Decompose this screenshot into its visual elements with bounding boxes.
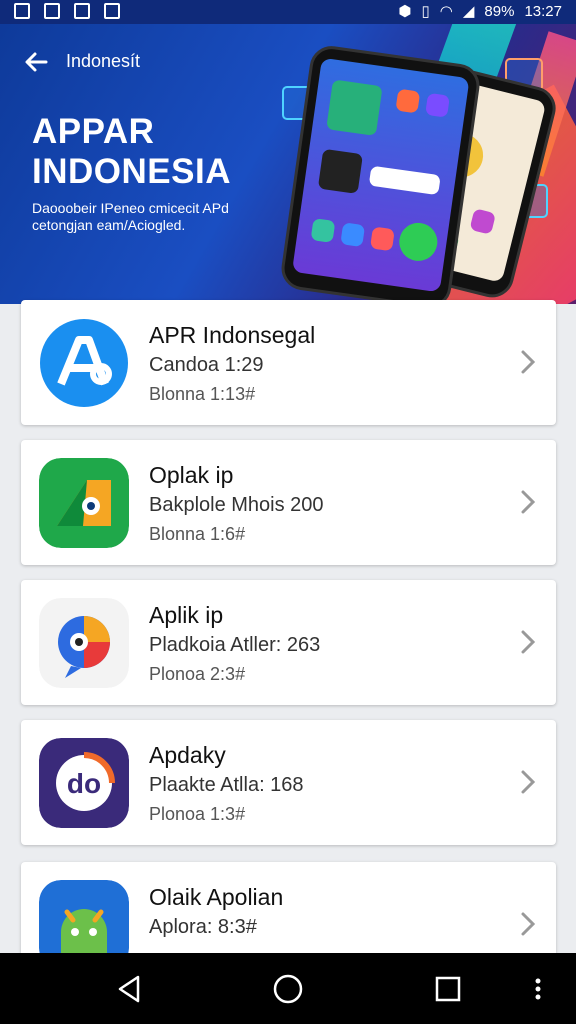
chevron-right-icon xyxy=(521,912,536,936)
vibrate-icon: ▯ xyxy=(421,3,430,20)
chevron-right-icon xyxy=(521,490,536,514)
app-name: Olaik Apolian xyxy=(149,884,284,910)
nav-home-button[interactable] xyxy=(272,973,304,1005)
app-detail: Pladkoia Atller: 263 xyxy=(149,634,321,656)
status-bar: ⬢ ▯ ◠ ◢ 89% 13:27 xyxy=(0,0,576,24)
flag-icon xyxy=(104,3,120,19)
chevron-right-icon xyxy=(521,350,536,374)
app-tile-icon xyxy=(340,222,366,248)
system-nav-bar xyxy=(0,953,576,1024)
photo-card-icon xyxy=(317,148,363,194)
app-detail: Plaakte Atlla: 168 xyxy=(149,774,304,796)
app-tile-icon xyxy=(310,218,336,243)
back-button[interactable] xyxy=(20,46,52,78)
nav-more-icon xyxy=(535,978,541,1000)
nav-more-button[interactable] xyxy=(530,973,546,1005)
nav-home-icon xyxy=(273,974,303,1004)
phone-screen xyxy=(291,57,470,293)
list-item-app[interactable]: APR Indonsegal Candoa 1:29 Blonna 1:13# xyxy=(21,300,556,425)
alert-icon: ⬢ xyxy=(398,3,412,20)
svg-text:do: do xyxy=(67,768,101,799)
nav-back-button[interactable] xyxy=(114,973,146,1005)
app-a-icon xyxy=(39,318,129,408)
app-name: Oplak ip xyxy=(149,462,234,488)
app-name: Apdaky xyxy=(149,742,226,768)
notification-icons xyxy=(14,3,120,19)
app-meta: Blonna 1:6# xyxy=(149,524,246,544)
page-title: APPAR INDONESIA xyxy=(32,112,231,191)
app-meta: Plonoa 2:3# xyxy=(149,664,246,684)
chevron-right-icon xyxy=(521,770,536,794)
app-meta: Plonoa 1:3# xyxy=(149,804,246,824)
chevron-right-icon xyxy=(521,630,536,654)
app-name: Aplik ip xyxy=(149,602,224,628)
app-detail: Aplora: 8:3# xyxy=(149,916,257,938)
app-detail: Bakplole Mhois 200 xyxy=(149,494,324,516)
header-subtitle: Indonesít xyxy=(66,51,141,71)
battery-level: 89% xyxy=(484,2,515,20)
app-chat-icon xyxy=(39,598,129,688)
app-tile-icon xyxy=(469,208,497,235)
photo-icon xyxy=(44,3,60,19)
signal-icon: ◢ xyxy=(462,3,475,20)
profile-card-icon xyxy=(326,79,383,136)
app-tile-icon xyxy=(395,88,421,114)
action-icon xyxy=(396,220,440,264)
list-item-app[interactable]: Aplik ip Pladkoia Atller: 263 Plonoa 2:3… xyxy=(21,580,556,705)
app-detail: Candoa 1:29 xyxy=(149,354,264,376)
app-tile-icon xyxy=(425,92,450,118)
nav-back-icon xyxy=(118,975,140,1003)
text-card-icon xyxy=(368,165,441,196)
nav-recent-icon xyxy=(435,976,461,1002)
list-item-app[interactable]: do Apdaky Plaakte Atlla: 168 Plonoa 1:3# xyxy=(21,720,556,845)
phone-illustration xyxy=(278,43,483,304)
app-tile-icon xyxy=(369,226,395,252)
arrow-left-icon xyxy=(25,52,48,72)
page-description: Daooobeir IPeneo cmicecit APd cetongjan … xyxy=(32,200,229,233)
wifi-icon: ◠ xyxy=(439,3,453,20)
screen-icon xyxy=(74,3,90,19)
app-green-icon xyxy=(39,458,129,548)
notification-icon xyxy=(14,3,30,19)
list-item-app[interactable]: Oplak ip Bakplole Mhois 200 Blonna 1:6# xyxy=(21,440,556,565)
app-name: APR Indonsegal xyxy=(149,322,316,348)
clock: 13:27 xyxy=(524,2,562,20)
app-do-icon: do xyxy=(39,738,129,828)
hero-banner: Indonesít APPAR INDONESIA Daooobeir IPe… xyxy=(0,24,576,304)
list-item-app[interactable]: Olaik Apolian Aplora: 8:3# xyxy=(21,862,556,954)
system-icons: ⬢ ▯ ◠ ◢ 89% 13:27 xyxy=(398,2,562,21)
nav-recent-button[interactable] xyxy=(432,973,464,1005)
app-android-icon xyxy=(39,880,129,954)
app-meta: Blonna 1:13# xyxy=(149,384,256,404)
